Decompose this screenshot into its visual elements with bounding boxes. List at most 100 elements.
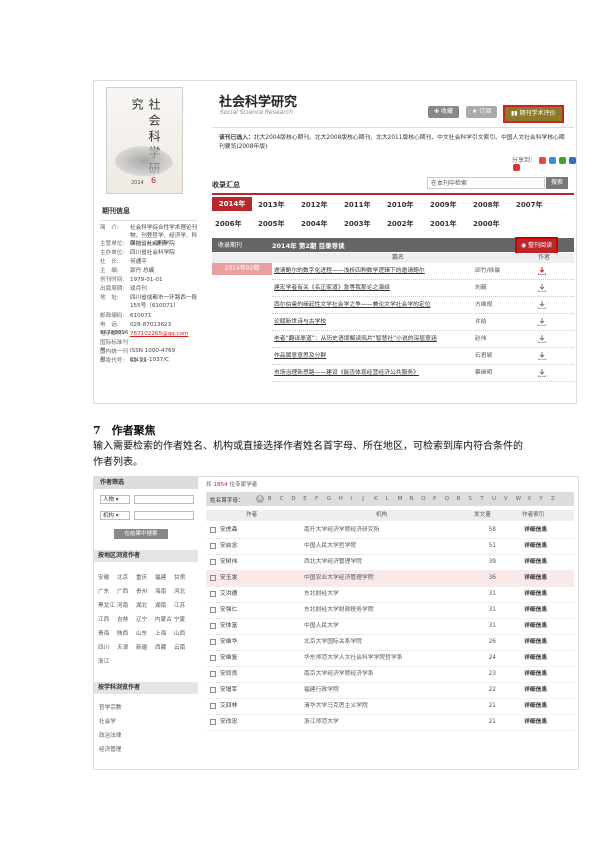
row-checkbox[interactable] (210, 607, 216, 613)
article-author[interactable]: 石君颖 (475, 348, 492, 364)
region-link[interactable]: 广西 (117, 587, 128, 595)
letter-link-d[interactable]: D (291, 496, 295, 502)
subject-link[interactable]: 社会学 (99, 717, 116, 725)
person-input[interactable] (134, 495, 194, 504)
region-link[interactable]: 贵州 (136, 587, 147, 595)
letter-link-i[interactable]: I (350, 496, 352, 502)
region-link[interactable]: 江苏 (174, 601, 185, 609)
year-link[interactable]: 2013年 (258, 200, 284, 210)
letter-link-y[interactable]: Y (539, 496, 542, 502)
row-checkbox[interactable] (210, 719, 216, 725)
letter-link-g[interactable]: G (327, 496, 331, 502)
subject-link[interactable]: 政治法律 (99, 731, 121, 739)
article-title[interactable]: 论赋新世诗与古学校 (274, 314, 326, 330)
region-link[interactable]: 黑龙江 (98, 601, 115, 609)
issue-tab[interactable]: 2014年02期 (212, 263, 272, 275)
region-link[interactable]: 广东 (98, 587, 109, 595)
year-link[interactable]: 2009年 (430, 200, 456, 210)
download-icon[interactable] (537, 317, 547, 327)
download-icon[interactable] (537, 266, 547, 276)
info-value[interactable]: 767102265@qq.com (130, 331, 188, 337)
region-link[interactable]: 北京 (117, 573, 128, 581)
letter-link-v[interactable]: V (504, 496, 508, 502)
letter-link-r[interactable]: R (457, 496, 461, 502)
author-detail-link[interactable]: 详细信息 (524, 650, 547, 666)
author-detail-link[interactable]: 详细信息 (524, 682, 547, 698)
region-link[interactable]: 山西 (174, 629, 185, 637)
subject-link[interactable]: 哲学宗教 (99, 703, 121, 711)
org-input[interactable] (134, 511, 194, 520)
article-title[interactable]: 市场治理新思路——建设《能否体现经营经济公共服务》 (274, 365, 419, 381)
row-checkbox[interactable] (210, 687, 216, 693)
letter-link-u[interactable]: U (492, 496, 496, 502)
qzone-icon[interactable] (548, 157, 556, 164)
rss-button[interactable]: ★ 订阅 (466, 106, 498, 118)
region-link[interactable]: 内蒙古 (155, 615, 172, 623)
year-link[interactable]: 2005年 (258, 219, 284, 229)
author-name[interactable]: 艾四林 (220, 698, 237, 714)
year-link[interactable]: 2004年 (301, 219, 327, 229)
download-icon[interactable] (537, 334, 547, 344)
letter-link-b[interactable]: B (268, 496, 272, 502)
author-detail-link[interactable]: 详细信息 (524, 554, 547, 570)
subject-link[interactable]: 经济管理 (99, 745, 121, 753)
tencent-icon[interactable] (568, 157, 576, 164)
renren-icon[interactable] (558, 157, 566, 164)
row-checkbox[interactable] (210, 559, 216, 565)
region-link[interactable]: 福建 (155, 573, 166, 581)
author-detail-link[interactable]: 详细信息 (524, 698, 547, 714)
region-link[interactable]: 海南 (155, 587, 166, 595)
region-link[interactable]: 新疆 (136, 643, 147, 651)
region-link[interactable]: 安徽 (98, 573, 109, 581)
author-detail-link[interactable]: 详细信息 (524, 538, 547, 554)
year-link[interactable]: 2003年 (344, 219, 370, 229)
region-link[interactable]: 江西 (98, 615, 109, 623)
author-name[interactable]: 安体富 (220, 618, 237, 634)
download-icon[interactable] (537, 300, 547, 310)
article-author[interactable]: 方维规 (475, 297, 492, 313)
row-checkbox[interactable] (210, 591, 216, 597)
letter-link-w[interactable]: W (516, 496, 522, 502)
year-link[interactable]: 2011年 (344, 200, 370, 210)
author-name[interactable]: 安玉发 (220, 570, 237, 586)
author-name[interactable]: 安强仁 (220, 602, 237, 618)
region-link[interactable]: 天津 (117, 643, 128, 651)
author-detail-link[interactable]: 详细信息 (524, 586, 547, 602)
author-detail-link[interactable]: 详细信息 (524, 570, 547, 586)
region-link[interactable]: 西藏 (155, 643, 166, 651)
row-checkbox[interactable] (210, 703, 216, 709)
journal-search-button[interactable]: 搜索 (546, 177, 568, 189)
region-link[interactable]: 青海 (98, 629, 109, 637)
author-detail-link[interactable]: 详细信息 (524, 666, 547, 682)
year-link[interactable]: 2001年 (430, 219, 456, 229)
letter-link-c[interactable]: C (280, 496, 284, 502)
letter-link-q[interactable]: Q (445, 496, 449, 502)
author-name[interactable]: 安改忠 (220, 714, 237, 730)
article-author[interactable]: 许结 (475, 314, 487, 330)
author-detail-link[interactable]: 详细信息 (524, 522, 547, 538)
letter-link-e[interactable]: E (303, 496, 307, 502)
author-name[interactable]: 安增军 (220, 682, 237, 698)
region-link[interactable]: 陕西 (117, 629, 128, 637)
letter-link-n[interactable]: N (409, 496, 413, 502)
filter-search-button[interactable]: 在结果中搜索 (114, 529, 168, 539)
row-checkbox[interactable] (210, 543, 216, 549)
author-detail-link[interactable]: 详细信息 (524, 634, 547, 650)
row-checkbox[interactable] (210, 655, 216, 661)
row-checkbox[interactable] (210, 623, 216, 629)
author-name[interactable]: 安树伟 (220, 554, 237, 570)
download-icon[interactable] (537, 351, 547, 361)
org-select[interactable]: 机构 ▾ (100, 511, 130, 520)
region-link[interactable]: 河南 (117, 601, 128, 609)
region-link[interactable]: 宁夏 (174, 615, 185, 623)
region-link[interactable]: 湖北 (136, 601, 147, 609)
article-author[interactable]: 邱竹/徐晨 (475, 263, 500, 279)
journal-cover-image[interactable]: 社会科学研究 2014 6 (106, 87, 183, 194)
letter-link-o[interactable]: O (421, 496, 425, 502)
article-title[interactable]: 作品属意意思及分群 (274, 348, 326, 364)
letter-link-h[interactable]: H (339, 496, 343, 502)
letter-link-f[interactable]: F (315, 496, 318, 502)
author-detail-link[interactable]: 详细信息 (524, 714, 547, 730)
year-link[interactable]: 2010年 (387, 200, 413, 210)
letter-link-a[interactable]: A (256, 495, 264, 503)
